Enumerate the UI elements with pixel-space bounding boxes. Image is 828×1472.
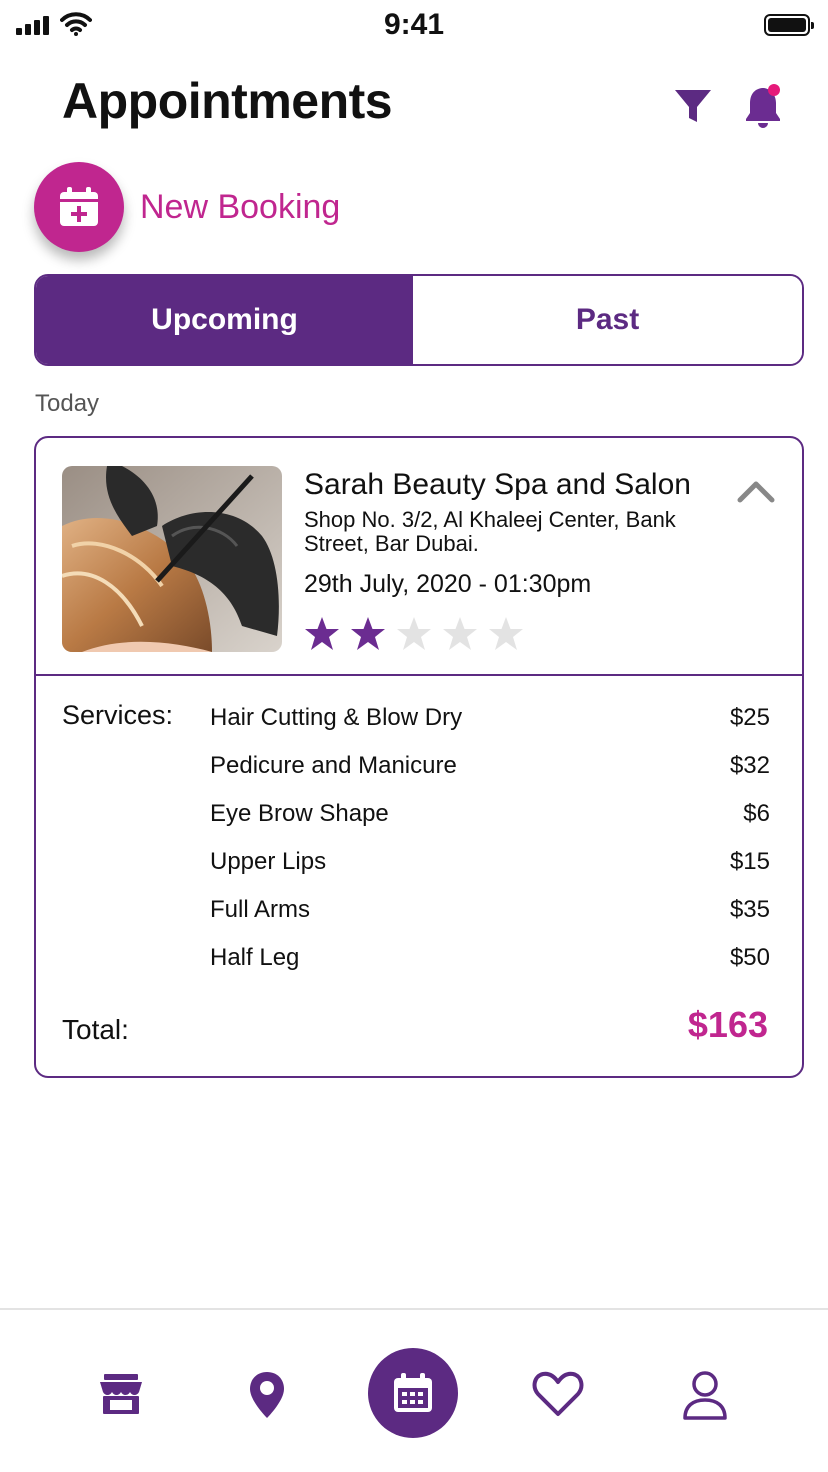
star-filled-icon	[305, 617, 339, 650]
card-divider	[36, 674, 802, 676]
service-row: Eye Brow Shape $6	[210, 800, 770, 828]
new-booking-circle[interactable]	[34, 162, 124, 252]
store-icon[interactable]	[98, 1372, 144, 1416]
calendar-plus-icon	[60, 187, 98, 226]
service-price: $35	[729, 896, 770, 923]
service-name: Full Arms	[210, 896, 311, 923]
star-empty-icon	[443, 617, 477, 650]
status-bar: 9:41	[0, 0, 828, 50]
service-name: Upper Lips	[210, 848, 327, 875]
salon-address: Shop No. 3/2, Al Khaleej Center, Bank St…	[304, 507, 676, 556]
total-value: $163	[687, 1004, 768, 1045]
service-row: Upper Lips $15	[210, 848, 770, 876]
service-name: Half Leg	[210, 944, 300, 971]
service-row: Hair Cutting & Blow Dry $25	[210, 704, 770, 732]
user-icon[interactable]	[682, 1370, 728, 1420]
service-price: $50	[729, 944, 770, 971]
battery-icon	[764, 14, 814, 36]
service-price: $15	[729, 848, 770, 875]
service-row: Half Leg $50	[210, 944, 770, 972]
nav-appointments-button[interactable]	[368, 1348, 458, 1438]
service-name: Eye Brow Shape	[210, 800, 389, 827]
appointment-card[interactable]: Sarah Beauty Spa and Salon Shop No. 3/2,…	[34, 436, 804, 1078]
service-price: $25	[729, 704, 770, 731]
notification-bell-icon[interactable]	[742, 82, 786, 130]
status-time: 9:41	[383, 8, 445, 41]
appointment-datetime: 29th July, 2020 - 01:30pm	[304, 570, 592, 598]
filter-icon[interactable]	[674, 88, 712, 126]
services-label: Services:	[62, 700, 174, 730]
tab-upcoming[interactable]: Upcoming	[36, 276, 413, 364]
service-price: $6	[743, 800, 770, 827]
salon-name: Sarah Beauty Spa and Salon	[304, 468, 691, 501]
service-name: Hair Cutting & Blow Dry	[210, 704, 463, 731]
service-row: Pedicure and Manicure $32	[210, 752, 770, 780]
star-empty-icon	[489, 617, 523, 650]
service-name: Pedicure and Manicure	[210, 752, 457, 779]
star-empty-icon	[397, 617, 431, 650]
bottom-nav	[0, 1308, 828, 1472]
total-label: Total:	[62, 1014, 129, 1045]
heart-icon[interactable]	[532, 1370, 584, 1418]
star-filled-icon	[351, 617, 385, 650]
rating-stars	[304, 616, 524, 652]
notification-badge	[768, 84, 780, 96]
tab-past[interactable]: Past	[413, 276, 802, 364]
new-booking-label[interactable]: New Booking	[140, 188, 340, 227]
calendar-icon	[394, 1373, 432, 1412]
service-row: Full Arms $35	[210, 896, 770, 924]
chevron-up-icon[interactable]	[736, 476, 776, 506]
page-title: Appointments	[62, 73, 393, 129]
service-price: $32	[729, 752, 770, 779]
location-pin-icon[interactable]	[248, 1370, 286, 1420]
new-booking-button[interactable]: New Booking	[34, 162, 340, 252]
salon-photo	[62, 466, 282, 652]
section-label-today: Today	[35, 390, 100, 417]
appointment-tabs: Upcoming Past	[34, 274, 804, 366]
